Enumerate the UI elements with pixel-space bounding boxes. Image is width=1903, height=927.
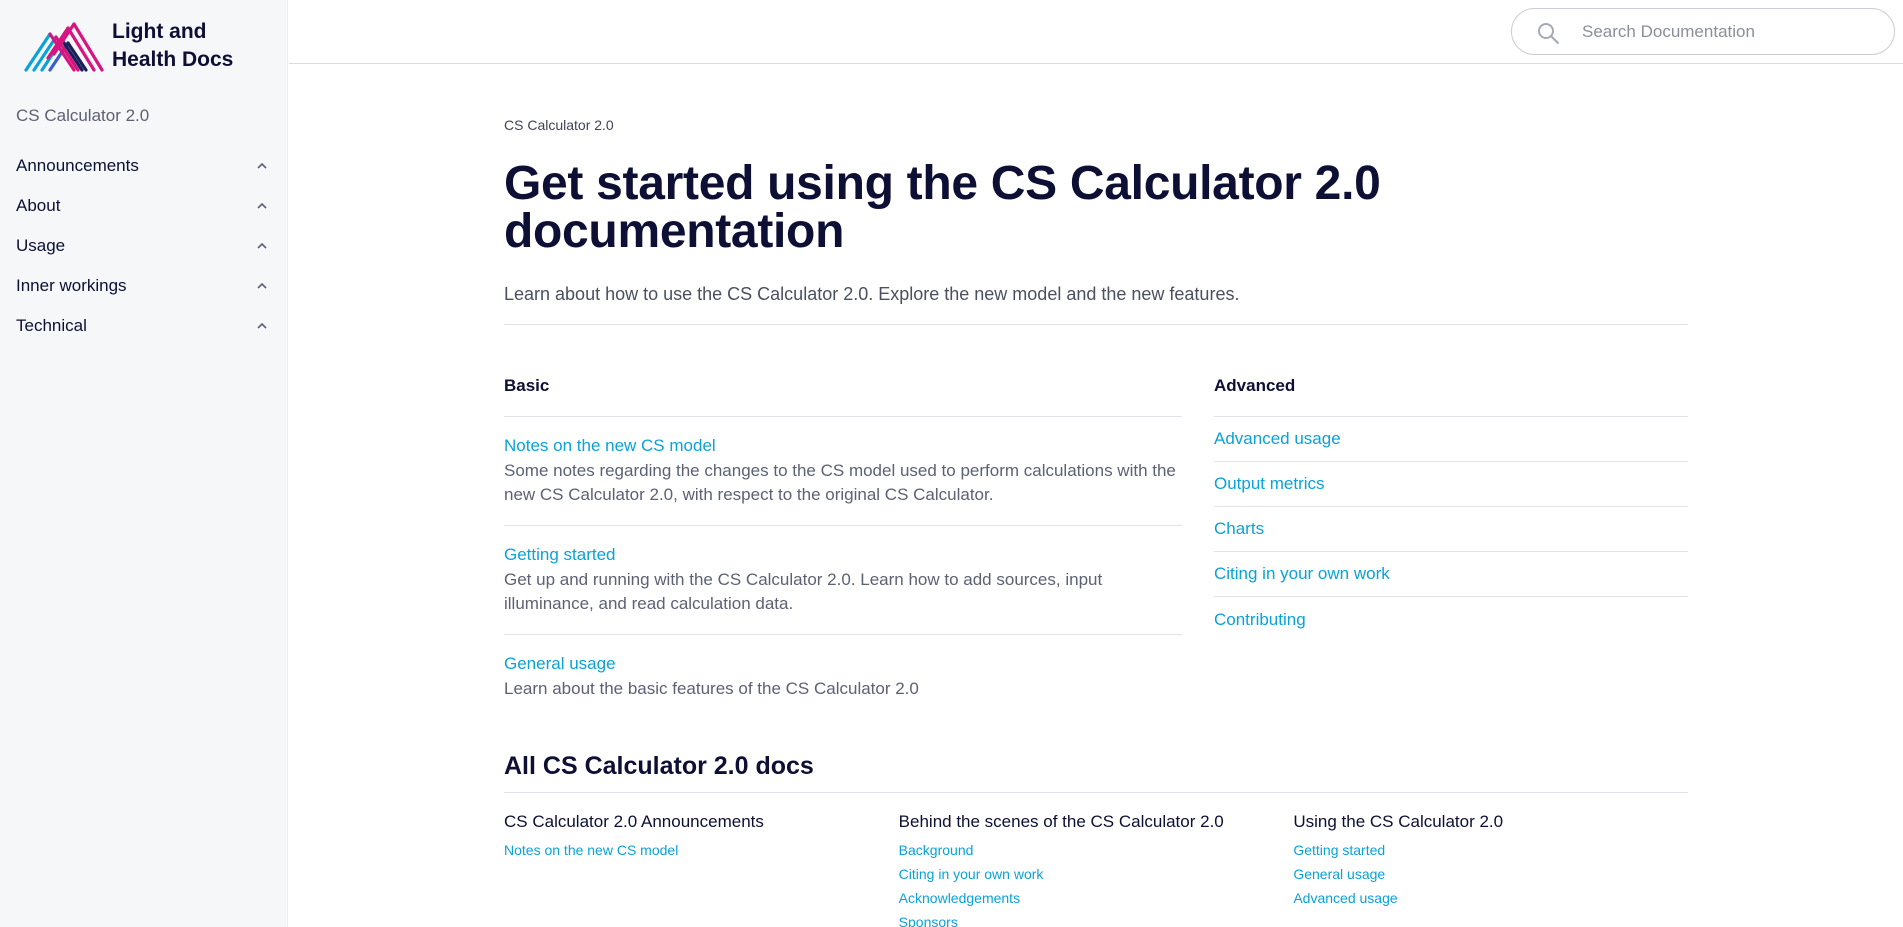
doc-category: Using the CS Calculator 2.0 Getting star… xyxy=(1293,812,1688,927)
basic-item: General usage Learn about the basic feat… xyxy=(504,635,1182,719)
chevron-up-icon[interactable] xyxy=(256,240,268,252)
search-box[interactable] xyxy=(1511,8,1895,55)
advanced-link[interactable]: Charts xyxy=(1214,507,1688,552)
advanced-link[interactable]: Citing in your own work xyxy=(1214,552,1688,597)
doc-link[interactable]: Citing in your own work xyxy=(899,862,1294,886)
divider xyxy=(504,324,1688,325)
sidebar-item-label: About xyxy=(16,196,61,215)
doc-link[interactable]: Getting started xyxy=(1293,838,1688,862)
basic-item-description: Learn about the basic features of the CS… xyxy=(504,679,919,698)
advanced-section: Advanced Advanced usage Output metrics C… xyxy=(1214,376,1688,642)
basic-item-link[interactable]: Notes on the new CS model xyxy=(504,435,1182,457)
sidebar-item-announcements[interactable]: Announcements xyxy=(0,146,288,186)
doc-category-title: CS Calculator 2.0 Announcements xyxy=(504,812,764,831)
chevron-up-icon[interactable] xyxy=(256,200,268,212)
basic-section: Basic Notes on the new CS model Some not… xyxy=(504,376,1182,719)
sidebar-item-label: Inner workings xyxy=(16,276,127,295)
basic-item-link[interactable]: General usage xyxy=(504,653,1182,675)
basic-item: Notes on the new CS model Some notes reg… xyxy=(504,417,1182,526)
advanced-link[interactable]: Advanced usage xyxy=(1214,417,1688,462)
sidebar-item-inner-workings[interactable]: Inner workings xyxy=(0,266,288,306)
page-title: Get started using the CS Calculator 2.0 … xyxy=(504,157,1381,258)
sidebar-root-link[interactable]: CS Calculator 2.0 xyxy=(16,106,149,126)
basic-item-description: Some notes regarding the changes to the … xyxy=(504,461,1176,504)
breadcrumb[interactable]: CS Calculator 2.0 xyxy=(504,117,614,133)
brand-line-1: Light and xyxy=(112,20,207,43)
doc-link[interactable]: Background xyxy=(899,838,1294,862)
search-icon xyxy=(1538,23,1559,44)
basic-item: Getting started Get up and running with … xyxy=(504,526,1182,635)
doc-link[interactable]: Acknowledgements xyxy=(899,886,1294,910)
all-docs-heading: All CS Calculator 2.0 docs xyxy=(504,752,814,780)
doc-category: CS Calculator 2.0 Announcements Notes on… xyxy=(504,812,899,927)
sidebar-item-label: Technical xyxy=(16,316,87,335)
sidebar: Light and Health Docs CS Calculator 2.0 … xyxy=(0,0,288,927)
basic-item-link[interactable]: Getting started xyxy=(504,544,1182,566)
advanced-heading: Advanced xyxy=(1214,376,1296,395)
basic-item-description: Get up and running with the CS Calculato… xyxy=(504,570,1103,613)
top-bar xyxy=(289,0,1903,64)
brand-logo[interactable]: Light and Health Docs xyxy=(24,18,233,74)
chevron-up-icon[interactable] xyxy=(256,280,268,292)
chevron-up-icon[interactable] xyxy=(256,320,268,332)
sidebar-item-technical[interactable]: Technical xyxy=(0,306,288,346)
doc-link[interactable]: Advanced usage xyxy=(1293,886,1688,910)
doc-category: Behind the scenes of the CS Calculator 2… xyxy=(899,812,1294,927)
all-docs-categories: CS Calculator 2.0 Announcements Notes on… xyxy=(504,812,1688,927)
sidebar-item-label: Usage xyxy=(16,236,66,255)
advanced-link[interactable]: Output metrics xyxy=(1214,462,1688,507)
search-input[interactable] xyxy=(1582,9,1872,54)
doc-link[interactable]: Sponsors xyxy=(899,910,1294,927)
doc-category-title: Behind the scenes of the CS Calculator 2… xyxy=(898,812,1224,831)
sidebar-item-label: Announcements xyxy=(16,156,139,175)
sidebar-item-usage[interactable]: Usage xyxy=(0,226,288,266)
logo-mark-icon xyxy=(24,22,104,72)
brand-name: Light and Health Docs xyxy=(112,18,233,74)
doc-link[interactable]: Notes on the new CS model xyxy=(504,838,899,862)
page-lead: Learn about how to use the CS Calculator… xyxy=(504,284,1240,304)
sidebar-nav: Announcements About Usage Inner workings… xyxy=(0,146,288,346)
divider xyxy=(504,792,1688,793)
doc-link[interactable]: General usage xyxy=(1293,862,1688,886)
sidebar-item-about[interactable]: About xyxy=(0,186,288,226)
brand-line-2: Health Docs xyxy=(112,48,234,71)
chevron-up-icon[interactable] xyxy=(256,160,268,172)
doc-category-title: Using the CS Calculator 2.0 xyxy=(1293,812,1504,831)
basic-heading: Basic xyxy=(504,376,550,395)
advanced-link[interactable]: Contributing xyxy=(1214,597,1688,642)
